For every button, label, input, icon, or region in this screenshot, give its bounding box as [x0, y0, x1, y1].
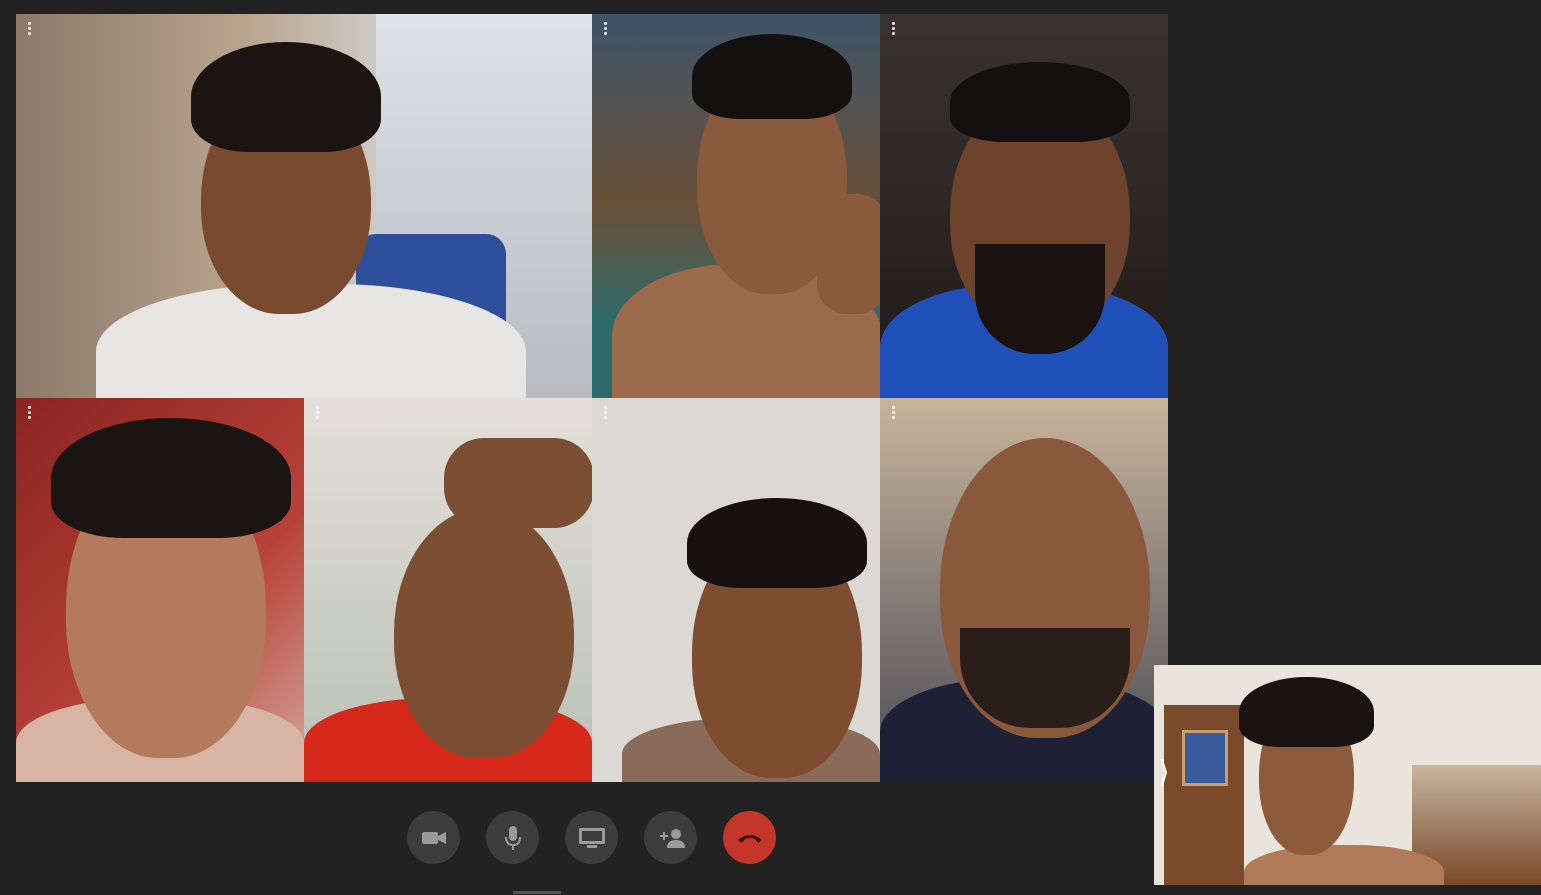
video-call-screen: { "participants": [ {"id":"p1","bg":"#b9…: [0, 0, 1541, 895]
participant-hair: [687, 498, 867, 588]
participant-tile-3[interactable]: [880, 14, 1168, 398]
screen-share-button[interactable]: [565, 811, 618, 864]
more-options-button[interactable]: [24, 404, 34, 422]
participant-beard: [975, 244, 1105, 354]
more-options-button[interactable]: [312, 404, 322, 422]
self-view-tile[interactable]: ⟩: [1154, 665, 1541, 885]
add-person-icon: [659, 828, 685, 848]
participant-tile-2[interactable]: [592, 14, 880, 398]
raised-hand: [817, 194, 880, 314]
video-camera-icon: [421, 831, 446, 844]
participant-tile-1[interactable]: [16, 14, 592, 398]
participant-tile-5[interactable]: [304, 398, 592, 782]
participant-tile-6[interactable]: [592, 398, 880, 782]
participant-tile-4[interactable]: [16, 398, 304, 782]
picture-frame: [1182, 730, 1228, 786]
participant-hair: [950, 62, 1130, 142]
self-body: [1244, 845, 1444, 885]
scroll-indicator: [513, 891, 561, 894]
end-call-button[interactable]: [723, 811, 776, 864]
more-options-button[interactable]: [888, 404, 898, 422]
phone-hangup-icon: [737, 834, 762, 843]
more-options-button[interactable]: [888, 20, 898, 38]
camera-toggle-button[interactable]: [407, 811, 460, 864]
participant-arm: [444, 438, 592, 528]
more-options-button[interactable]: [600, 404, 610, 422]
add-participant-button[interactable]: [644, 811, 697, 864]
more-options-button[interactable]: [600, 20, 610, 38]
participant-face: [394, 508, 574, 758]
participant-tile-7[interactable]: [880, 398, 1168, 782]
more-options-button[interactable]: [24, 20, 34, 38]
expand-self-view-icon[interactable]: ⟩: [1158, 758, 1170, 788]
monitor-icon: [578, 827, 605, 848]
microphone-icon: [504, 825, 521, 850]
participant-hair: [191, 42, 381, 152]
self-hair: [1239, 677, 1374, 747]
participant-hair: [692, 34, 852, 119]
microphone-toggle-button[interactable]: [486, 811, 539, 864]
participant-hair: [51, 418, 291, 538]
